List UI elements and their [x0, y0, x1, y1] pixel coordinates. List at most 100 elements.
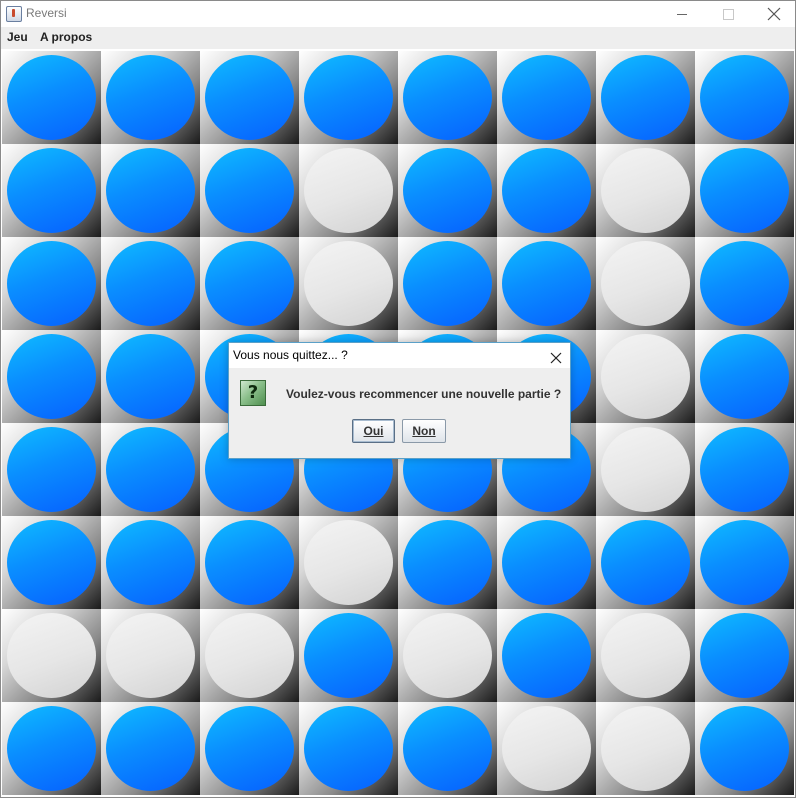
board-cell[interactable] — [200, 237, 299, 330]
white-disc — [7, 613, 96, 698]
board-cell[interactable] — [101, 702, 200, 795]
blue-disc — [502, 55, 591, 140]
java-cup-icon — [6, 6, 22, 22]
white-disc — [601, 427, 690, 512]
dialog-title: Vous nous quittez... ? — [233, 348, 348, 362]
blue-disc — [205, 148, 294, 233]
menu-a-propos[interactable]: A propos — [40, 30, 92, 44]
board-cell[interactable] — [299, 516, 398, 609]
board-cell[interactable] — [200, 516, 299, 609]
board-cell[interactable] — [101, 51, 200, 144]
board-cell[interactable] — [299, 702, 398, 795]
board-cell[interactable] — [497, 609, 596, 702]
board-cell[interactable] — [596, 516, 695, 609]
board-cell[interactable] — [398, 237, 497, 330]
board-cell[interactable] — [101, 516, 200, 609]
white-disc — [106, 613, 195, 698]
blue-disc — [106, 706, 195, 791]
title-bar[interactable]: Reversi — [1, 1, 795, 27]
board-cell[interactable] — [398, 516, 497, 609]
board-cell[interactable] — [596, 702, 695, 795]
board-cell[interactable] — [2, 330, 101, 423]
window-title: Reversi — [26, 6, 67, 20]
blue-disc — [205, 55, 294, 140]
board-cell[interactable] — [299, 144, 398, 237]
blue-disc — [205, 706, 294, 791]
board-cell[interactable] — [398, 702, 497, 795]
blue-disc — [7, 148, 96, 233]
blue-disc — [502, 148, 591, 233]
white-disc — [601, 241, 690, 326]
board-cell[interactable] — [596, 237, 695, 330]
board-cell[interactable] — [2, 702, 101, 795]
board-cell[interactable] — [2, 237, 101, 330]
board-cell[interactable] — [695, 237, 794, 330]
white-disc — [304, 241, 393, 326]
board-cell[interactable] — [101, 144, 200, 237]
white-disc — [601, 706, 690, 791]
white-disc — [601, 148, 690, 233]
board-cell[interactable] — [695, 702, 794, 795]
blue-disc — [601, 55, 690, 140]
board-cell[interactable] — [497, 516, 596, 609]
blue-disc — [106, 148, 195, 233]
blue-disc — [700, 334, 789, 419]
board-cell[interactable] — [200, 51, 299, 144]
dialog-close-button[interactable] — [550, 349, 562, 364]
blue-disc — [601, 520, 690, 605]
blue-disc — [106, 520, 195, 605]
board-cell[interactable] — [2, 516, 101, 609]
blue-disc — [403, 241, 492, 326]
board-cell[interactable] — [2, 144, 101, 237]
board-cell[interactable] — [299, 237, 398, 330]
board-cell[interactable] — [101, 237, 200, 330]
blue-disc — [7, 55, 96, 140]
board-cell[interactable] — [695, 609, 794, 702]
board-cell[interactable] — [398, 51, 497, 144]
board-cell[interactable] — [200, 702, 299, 795]
board-cell[interactable] — [695, 516, 794, 609]
white-disc — [601, 613, 690, 698]
blue-disc — [502, 520, 591, 605]
board-cell[interactable] — [200, 144, 299, 237]
board-cell[interactable] — [398, 609, 497, 702]
board-cell[interactable] — [299, 609, 398, 702]
board-cell[interactable] — [695, 423, 794, 516]
board-cell[interactable] — [398, 144, 497, 237]
close-icon — [767, 7, 781, 21]
board-cell[interactable] — [596, 609, 695, 702]
maximize-button[interactable] — [705, 1, 751, 27]
menu-jeu[interactable]: Jeu — [7, 30, 28, 44]
board-cell[interactable] — [497, 144, 596, 237]
board-cell[interactable] — [596, 330, 695, 423]
quit-dialog: Vous nous quittez... ? ? Voulez-vous rec… — [228, 342, 571, 459]
dialog-title-bar[interactable]: Vous nous quittez... ? — [229, 343, 570, 368]
board-cell[interactable] — [596, 423, 695, 516]
board-cell[interactable] — [596, 144, 695, 237]
yes-button[interactable]: Oui — [352, 419, 395, 443]
board-cell[interactable] — [497, 237, 596, 330]
board-cell[interactable] — [497, 702, 596, 795]
board-cell[interactable] — [596, 51, 695, 144]
board-cell[interactable] — [695, 51, 794, 144]
board-cell[interactable] — [101, 423, 200, 516]
minimize-button[interactable] — [659, 1, 705, 27]
board-cell[interactable] — [497, 51, 596, 144]
board-cell[interactable] — [200, 609, 299, 702]
board-cell[interactable] — [2, 51, 101, 144]
board-cell[interactable] — [2, 609, 101, 702]
blue-disc — [205, 520, 294, 605]
board-cell[interactable] — [101, 609, 200, 702]
blue-disc — [700, 520, 789, 605]
blue-disc — [106, 334, 195, 419]
close-window-button[interactable] — [751, 1, 795, 27]
blue-disc — [403, 706, 492, 791]
no-button[interactable]: Non — [402, 419, 446, 443]
board-cell[interactable] — [695, 144, 794, 237]
board-cell[interactable] — [695, 330, 794, 423]
blue-disc — [7, 520, 96, 605]
board-cell[interactable] — [299, 51, 398, 144]
board-cell[interactable] — [101, 330, 200, 423]
board-cell[interactable] — [2, 423, 101, 516]
dialog-message: Voulez-vous recommencer une nouvelle par… — [286, 387, 562, 401]
